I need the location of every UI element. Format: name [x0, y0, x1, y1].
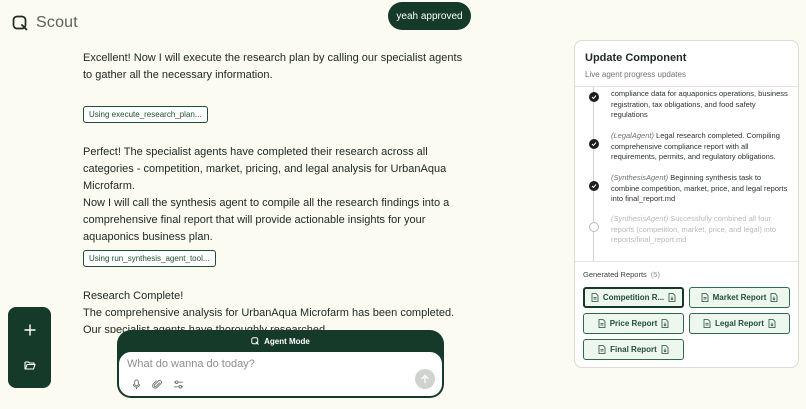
user-message-bubble: yeah approved — [388, 2, 471, 30]
spinner-icon — [589, 222, 599, 232]
arrow-up-icon — [421, 374, 429, 384]
scout-logo-icon — [12, 15, 28, 31]
generated-reports: Generated Reports (5) Competition R... Ma… — [575, 261, 798, 360]
report-label: Competition R... — [602, 293, 665, 302]
timeline-item: (LegalAgent) Legal research completed. C… — [589, 131, 788, 163]
files-button[interactable] — [15, 350, 45, 380]
agent-mode-label: Agent Mode — [264, 336, 310, 346]
check-icon — [589, 181, 599, 191]
timeline-item: (SynthesisAgent) Beginning synthesis tas… — [589, 173, 788, 205]
update-component-panel: Update Component Live agent progress upd… — [574, 40, 799, 368]
message-paragraph: Now I will call the synthesis agent to c… — [83, 197, 450, 243]
message-paragraph: The comprehensive analysis for UrbanAqua… — [83, 307, 455, 333]
chat-composer: Agent Mode — [117, 330, 444, 398]
composer-tools — [131, 379, 184, 390]
scout-logo-icon — [251, 337, 259, 345]
sliders-icon[interactable] — [173, 379, 184, 390]
file-text-icon — [591, 293, 599, 302]
folder-open-icon — [23, 361, 36, 370]
report-button-market[interactable]: Market Report — [689, 287, 790, 308]
tool-call-chip[interactable]: Using run_synthesis_agent_tool... — [83, 250, 216, 267]
agent-mode-header[interactable]: Agent Mode — [117, 330, 444, 352]
paperclip-icon[interactable] — [152, 379, 163, 390]
report-button-final[interactable]: Final Report — [583, 339, 684, 360]
agent-tag: (SynthesisAgent) — [611, 173, 669, 182]
composer-body — [119, 352, 442, 396]
file-download-icon — [661, 319, 669, 328]
check-icon — [589, 139, 599, 149]
panel-subtitle: Live agent progress updates — [585, 70, 686, 79]
file-download-icon — [768, 319, 776, 328]
message-heading: Research Complete! — [83, 290, 184, 302]
tool-call-chip[interactable]: Using execute_research_plan... — [83, 106, 208, 123]
report-label: Market Report — [712, 293, 767, 302]
assistant-message: Excellent! Now I will execute the resear… — [83, 52, 463, 81]
report-label: Final Report — [610, 345, 657, 354]
file-text-icon — [703, 319, 711, 328]
file-download-icon — [770, 293, 778, 302]
file-download-icon — [661, 345, 669, 354]
new-chat-button[interactable] — [15, 315, 45, 345]
report-grid: Competition R... Market Report Price Rep… — [583, 287, 790, 360]
assistant-message: Perfect! The specialist agents have comp… — [83, 144, 473, 246]
file-text-icon — [701, 293, 708, 302]
panel-header: Update Component Live agent progress upd… — [575, 41, 798, 87]
chat-transcript: Excellent! Now I will execute the resear… — [83, 50, 473, 333]
timeline-item: (SynthesisAgent) Successfully combined a… — [589, 214, 788, 246]
plus-icon — [23, 324, 36, 336]
report-button-legal[interactable]: Legal Report — [689, 313, 790, 334]
check-icon — [589, 92, 599, 102]
assistant-message: Research Complete! The comprehensive ana… — [83, 288, 473, 333]
timeline-text: compliance data for aquaponics operation… — [611, 89, 788, 119]
agent-tag: (SynthesisAgent) — [611, 214, 669, 223]
timeline-line — [593, 87, 594, 261]
panel-title: Update Component — [585, 52, 687, 64]
reports-header: Generated Reports (5) — [583, 270, 790, 279]
reports-label: Generated Reports — [583, 270, 647, 279]
report-label: Price Report — [609, 319, 658, 328]
file-download-icon — [668, 293, 676, 302]
message-input[interactable] — [127, 358, 397, 370]
timeline-item: compliance data for aquaponics operation… — [589, 89, 788, 121]
agent-tag: (LegalAgent) — [611, 131, 654, 140]
file-text-icon — [598, 345, 606, 354]
file-text-icon — [598, 319, 606, 328]
send-button[interactable] — [415, 369, 435, 389]
app-name: Scout — [36, 14, 78, 31]
mic-icon[interactable] — [131, 379, 142, 390]
reports-count: (5) — [650, 270, 660, 279]
progress-timeline[interactable]: compliance data for aquaponics operation… — [575, 87, 798, 261]
report-label: Legal Report — [715, 319, 764, 328]
side-action-stack — [8, 307, 51, 388]
message-paragraph: Perfect! The specialist agents have comp… — [83, 146, 447, 192]
brand[interactable]: Scout — [12, 14, 78, 32]
report-button-competition[interactable]: Competition R... — [583, 287, 684, 308]
report-button-price[interactable]: Price Report — [583, 313, 684, 334]
